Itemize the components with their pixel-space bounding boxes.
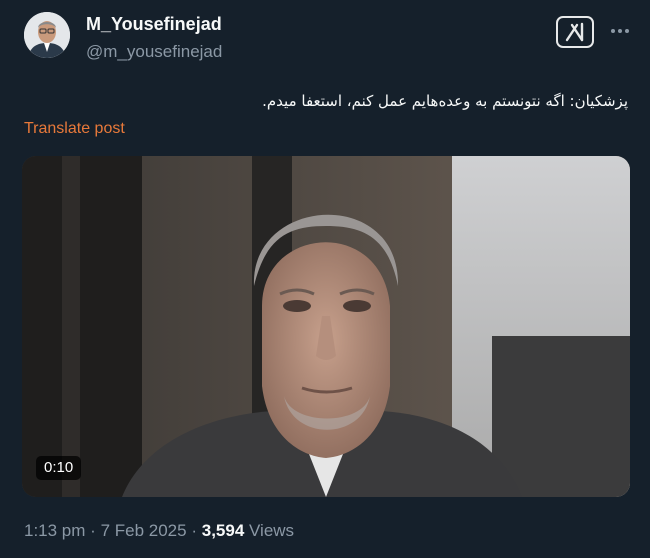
post-date[interactable]: 7 Feb 2025 <box>101 521 187 540</box>
video-player[interactable]: 0:10 <box>22 156 630 497</box>
meta-separator: · <box>191 521 197 540</box>
meta-separator: · <box>90 521 96 540</box>
video-thumbnail <box>22 156 630 497</box>
post-text: پزشکیان: اگه نتونستم به وعده‌هایم عمل کن… <box>262 92 628 110</box>
video-duration: 0:10 <box>36 456 82 480</box>
post-meta: 1:13 pm · 7 Feb 2025 · 3,594 Views <box>24 521 294 541</box>
grok-button[interactable] <box>556 16 594 48</box>
more-options-button[interactable] <box>607 18 633 44</box>
grok-icon <box>565 22 584 42</box>
author-handle[interactable]: @m_yousefinejad <box>86 42 222 62</box>
views-label: Views <box>249 521 295 540</box>
views-count[interactable]: 3,594 <box>202 521 245 540</box>
author-display-name[interactable]: M_Yousefinejad <box>86 14 222 35</box>
translate-post-link[interactable]: Translate post <box>24 120 125 138</box>
profile-photo <box>24 12 70 58</box>
more-dots-icon <box>611 29 629 33</box>
avatar[interactable] <box>24 12 70 58</box>
post-time[interactable]: 1:13 pm <box>24 521 85 540</box>
